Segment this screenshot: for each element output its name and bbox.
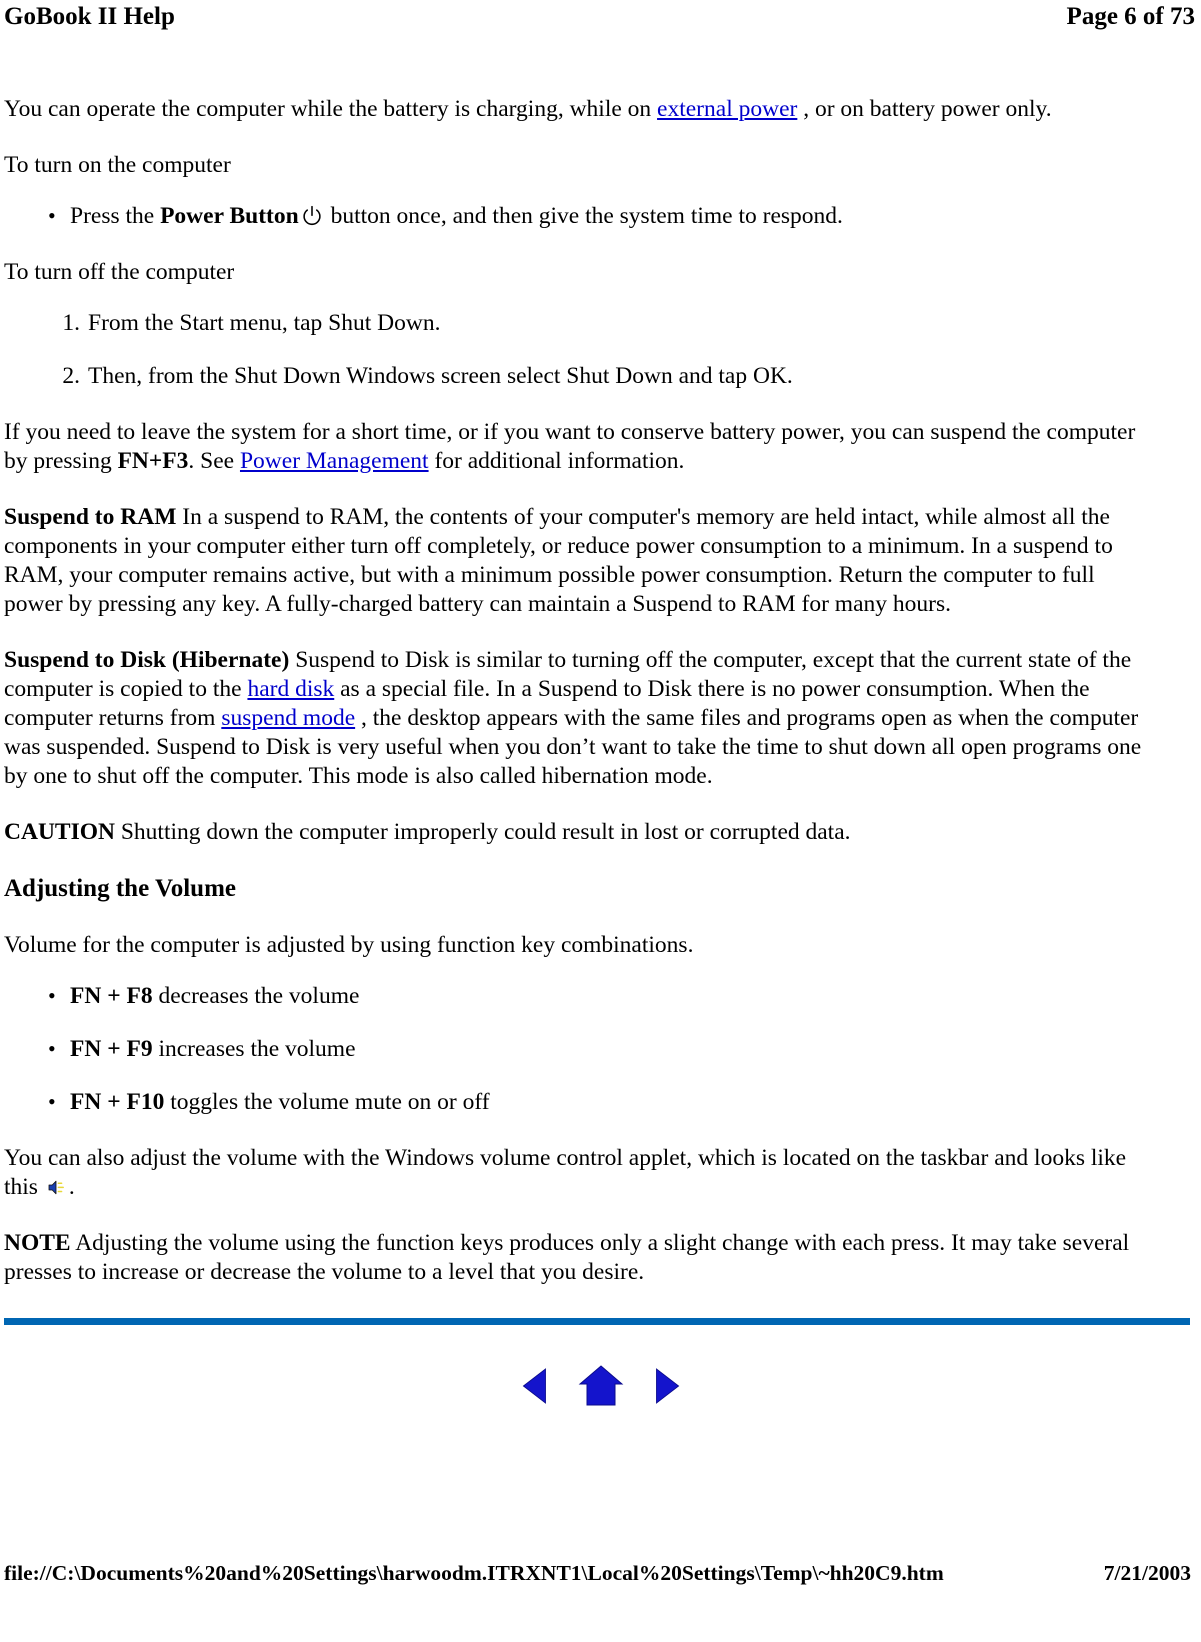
footer-divider-rule xyxy=(4,1318,1190,1325)
link-hard-disk[interactable]: hard disk xyxy=(247,676,334,702)
suspend-intro-text-b: . See xyxy=(188,448,240,474)
key-combo-fn-f8: FN + F8 xyxy=(70,983,153,1009)
suspend-to-disk-label: Suspend to Disk (Hibernate) xyxy=(4,647,290,673)
fn-f3-keys: FN+F3 xyxy=(117,448,189,474)
footer-file-path: file://C:\Documents%20and%20Settings\har… xyxy=(4,1561,944,1585)
caution-text: Shutting down the computer improperly co… xyxy=(114,819,851,845)
power-button-icon xyxy=(301,205,323,227)
suspend-intro-paragraph: If you need to leave the system for a sh… xyxy=(4,418,1159,476)
link-external-power[interactable]: external power xyxy=(657,96,797,122)
caution-paragraph: CAUTION Shutting down the computer impro… xyxy=(4,818,1159,847)
turn-on-heading: To turn on the computer xyxy=(4,152,231,178)
previous-page-button[interactable] xyxy=(514,1360,560,1412)
list-item: FN + F9 increases the volume xyxy=(48,1034,1159,1064)
volume-applet-text-a: You can also adjust the volume with the … xyxy=(4,1145,1127,1200)
document-page: GoBook II Help Page 6 of 73 You can oper… xyxy=(0,0,1201,1642)
list-item: From the Start menu, tap Shut Down. xyxy=(52,309,441,338)
key-combo-fn-f8-text: decreases the volume xyxy=(152,983,360,1009)
press-text: Press the xyxy=(70,203,161,229)
press-text-after: button once, and then give the system ti… xyxy=(324,203,843,229)
footer-date: 7/21/2003 xyxy=(1103,1561,1191,1585)
speaker-volume-icon xyxy=(45,1176,67,1197)
suspend-to-ram-label: Suspend to RAM xyxy=(4,504,177,530)
list-item: FN + F8 decreases the volume xyxy=(48,981,1159,1011)
home-button[interactable] xyxy=(578,1360,624,1412)
turn-off-heading: To turn off the computer xyxy=(4,259,235,285)
document-title: GoBook II Help xyxy=(4,3,175,30)
next-page-button[interactable] xyxy=(642,1360,688,1412)
intro-text-after: , or on battery power only. xyxy=(797,96,1052,122)
right-triangle-icon xyxy=(655,1368,679,1404)
key-combo-fn-f10-text: toggles the volume mute on or off xyxy=(164,1089,490,1115)
document-body: You can operate the computer while the b… xyxy=(4,95,1159,1287)
link-suspend-mode[interactable]: suspend mode xyxy=(221,705,355,731)
list-item: Then, from the Shut Down Windows screen … xyxy=(52,362,793,391)
page-navigation xyxy=(0,1360,1201,1412)
left-triangle-icon xyxy=(522,1368,546,1404)
volume-applet-paragraph: You can also adjust the volume with the … xyxy=(4,1144,1159,1202)
note-label: NOTE xyxy=(4,1230,71,1256)
page-header: GoBook II Help Page 6 of 73 xyxy=(0,0,1201,40)
power-button-label: Power Button xyxy=(160,203,299,229)
intro-text-before: You can operate the computer while the b… xyxy=(4,96,658,122)
turn-off-steps-list: From the Start menu, tap Shut Down. Then… xyxy=(4,309,1159,391)
key-combo-fn-f10: FN + F10 xyxy=(70,1089,165,1115)
page-footer: file://C:\Documents%20and%20Settings\har… xyxy=(4,1560,1197,1586)
list-item: Press the Power Button button once, and … xyxy=(48,201,1159,231)
turn-on-list: Press the Power Button button once, and … xyxy=(4,201,1159,231)
volume-key-list: FN + F8 decreases the volume FN + F9 inc… xyxy=(4,981,1159,1117)
page-number-label: Page 6 of 73 xyxy=(1066,3,1195,30)
note-text: Adjusting the volume using the function … xyxy=(4,1230,1130,1285)
home-icon xyxy=(578,1365,623,1406)
note-paragraph: NOTE Adjusting the volume using the func… xyxy=(4,1229,1159,1287)
volume-applet-text-b: . xyxy=(68,1174,75,1200)
suspend-to-ram-paragraph: Suspend to RAM In a suspend to RAM, the … xyxy=(4,503,1159,619)
key-combo-fn-f9: FN + F9 xyxy=(70,1036,153,1062)
caution-label: CAUTION xyxy=(4,819,115,845)
suspend-to-disk-paragraph: Suspend to Disk (Hibernate) Suspend to D… xyxy=(4,646,1159,791)
volume-intro-paragraph: Volume for the computer is adjusted by u… xyxy=(4,932,694,958)
suspend-intro-text-c: for additional information. xyxy=(428,448,685,474)
list-item: FN + F10 toggles the volume mute on or o… xyxy=(48,1087,1159,1117)
intro-paragraph: You can operate the computer while the b… xyxy=(4,95,1159,124)
adjusting-volume-heading: Adjusting the Volume xyxy=(4,875,236,902)
key-combo-fn-f9-text: increases the volume xyxy=(152,1036,356,1062)
link-power-management[interactable]: Power Management xyxy=(240,448,429,474)
